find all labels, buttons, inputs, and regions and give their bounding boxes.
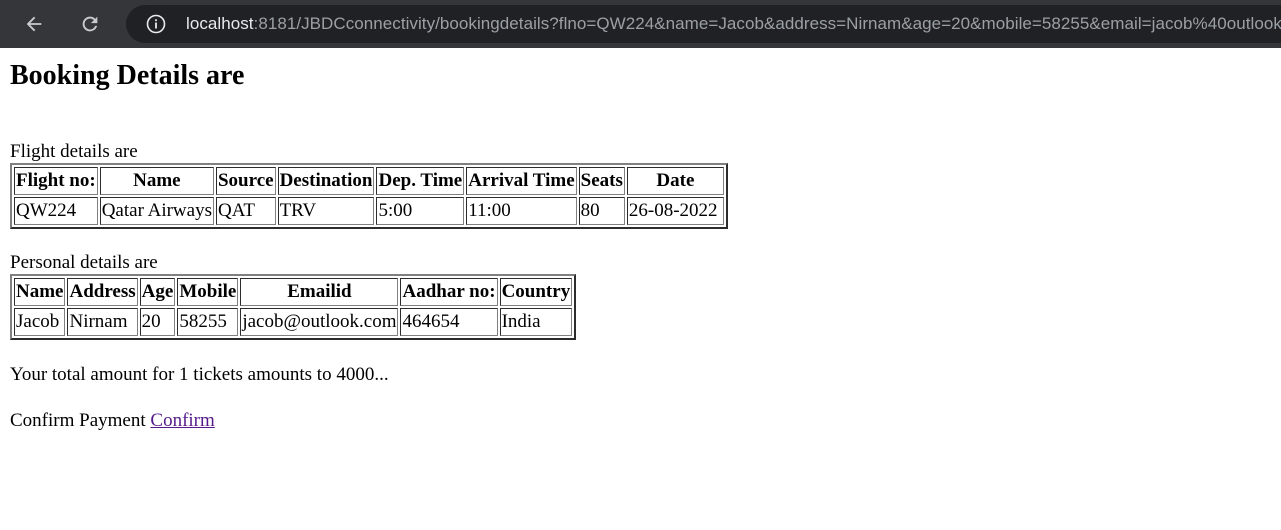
header-cell: Destination <box>277 167 375 195</box>
table-cell: 20 <box>139 308 176 336</box>
personal-details-label: Personal details are <box>10 252 158 273</box>
header-cell: Source <box>215 167 276 195</box>
header-cell: Age <box>139 278 176 306</box>
reload-icon <box>82 16 98 32</box>
confirm-link[interactable]: Confirm <box>150 410 214 431</box>
header-cell: Country <box>499 278 573 306</box>
arrow-left-icon <box>26 16 42 32</box>
header-cell: Mobile <box>177 278 239 306</box>
personal-table: Name Address Age Mobile Emailid Aadhar n… <box>10 274 577 340</box>
header-cell: Dep. Time <box>376 167 465 195</box>
table-header-row: Flight no: Name Source Destination Dep. … <box>14 167 724 195</box>
confirm-payment-label: Confirm Payment <box>10 410 146 431</box>
header-cell: Name <box>14 278 66 306</box>
url-host: localhost <box>186 14 254 33</box>
header-cell: Arrival Time <box>466 167 577 195</box>
page-content: Booking Details are Flight details are F… <box>0 60 1281 432</box>
confirm-payment-line: Confirm Payment Confirm <box>10 410 1271 432</box>
table-cell: 464654 <box>400 308 498 336</box>
table-cell: Nirnam <box>67 308 138 336</box>
address-bar[interactable]: localhost:8181/JBDCconnectivity/bookingd… <box>126 5 1281 43</box>
table-row: QW224 Qatar Airways QAT TRV 5:00 11:00 8… <box>14 197 724 225</box>
header-cell: Seats <box>578 167 625 195</box>
table-cell: 58255 <box>177 308 239 336</box>
browser-toolbar: localhost:8181/JBDCconnectivity/bookingd… <box>0 0 1281 48</box>
table-cell: 80 <box>578 197 625 225</box>
header-cell: Name <box>99 167 214 195</box>
page-title: Booking Details are <box>10 60 245 91</box>
back-button[interactable] <box>16 6 52 42</box>
table-cell: India <box>499 308 573 336</box>
table-cell: 5:00 <box>376 197 465 225</box>
total-amount-text: Your total amount for 1 tickets amounts … <box>10 364 389 385</box>
flight-details-label: Flight details are <box>10 141 138 162</box>
url-text[interactable]: localhost:8181/JBDCconnectivity/bookingd… <box>186 14 1281 34</box>
header-cell: Flight no: <box>14 167 98 195</box>
header-cell: Date <box>626 167 724 195</box>
table-header-row: Name Address Age Mobile Emailid Aadhar n… <box>14 278 573 306</box>
table-cell: jacob@outlook.com <box>240 308 399 336</box>
header-cell: Address <box>67 278 138 306</box>
header-cell: Emailid <box>240 278 399 306</box>
table-row: Jacob Nirnam 20 58255 jacob@outlook.com … <box>14 308 573 336</box>
info-icon[interactable] <box>146 14 166 34</box>
reload-button[interactable] <box>72 6 108 42</box>
table-cell: QAT <box>215 197 276 225</box>
url-path: :8181/JBDCconnectivity/bookingdetails?fl… <box>253 14 1281 33</box>
flight-table: Flight no: Name Source Destination Dep. … <box>10 163 728 229</box>
table-cell: 11:00 <box>466 197 577 225</box>
table-cell: QW224 <box>14 197 98 225</box>
table-cell: 26-08-2022 <box>626 197 724 225</box>
table-cell: TRV <box>277 197 375 225</box>
table-cell: Qatar Airways <box>99 197 214 225</box>
header-cell: Aadhar no: <box>400 278 498 306</box>
table-cell: Jacob <box>14 308 66 336</box>
